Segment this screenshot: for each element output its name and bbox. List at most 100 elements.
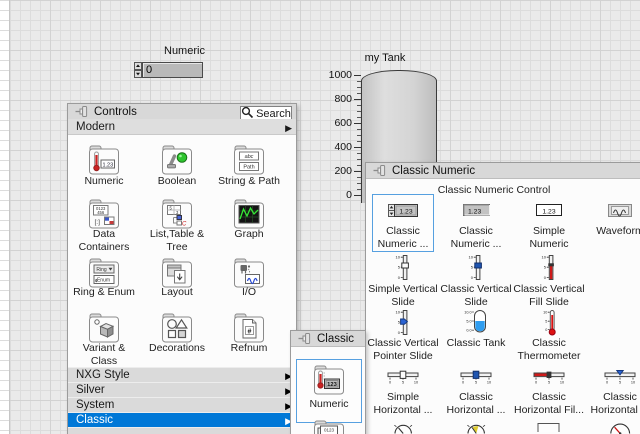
item-label: Graph: [199, 228, 297, 241]
palette-item-list-table-tree[interactable]: 5 3 C List,Table &Tree: [143, 195, 211, 230]
svg-text:0: 0: [398, 330, 401, 335]
string-path-icon: abc Path: [215, 144, 283, 176]
palette-item-classic-gauge[interactable]: [586, 419, 640, 434]
svg-text:0: 0: [545, 328, 547, 332]
category-modern[interactable]: Modern ▶: [68, 119, 296, 135]
svg-text:1.23: 1.23: [102, 162, 113, 168]
palette-item-variant-class[interactable]: Variant &Class: [70, 309, 138, 344]
palette-item-array[interactable]: 0123 456: [295, 416, 363, 434]
classic-numeric-indicator-icon: 1.23: [442, 204, 510, 216]
numeric-value-field[interactable]: 0: [142, 62, 203, 78]
palette-item-classic-horizontal-fill-slide[interactable]: 0 5 10 ClassicHorizontal Fil...: [515, 366, 583, 384]
numeric-icon: 1.23: [70, 144, 138, 176]
palette-item-boolean[interactable]: Boolean: [143, 141, 211, 176]
palette-item-classic-vertical-slide[interactable]: 10 5 0 Classic VerticalSlide: [442, 251, 510, 281]
tank-minor-tick: [357, 81, 361, 82]
category-silver[interactable]: Silver▶: [68, 382, 296, 397]
svg-text:5: 5: [402, 380, 404, 384]
item-label: Class: [67, 355, 154, 368]
palette-item-simple-numeric[interactable]: 1.23SimpleNumeric: [515, 201, 583, 216]
svg-text:10: 10: [414, 380, 418, 384]
svg-text:C: C: [182, 222, 187, 228]
palette-item-graph[interactable]: Graph: [215, 195, 283, 230]
tank-major-tick: [354, 75, 361, 76]
variant-class-icon: [70, 312, 138, 344]
boolean-icon: [143, 144, 211, 176]
classic-palette-window: Classic 123Numeric 0123 456: [290, 330, 366, 434]
classic-palette-header[interactable]: Classic: [291, 331, 365, 347]
palette-item-refnum[interactable]: #Refnum: [215, 309, 283, 344]
pin-icon[interactable]: [373, 162, 386, 181]
svg-text:10: 10: [543, 311, 547, 315]
svg-text:1.23: 1.23: [542, 208, 555, 215]
tank-minor-tick: [357, 141, 361, 142]
palette-item-classic-numeric-control[interactable]: 1.23ClassicNumeric ...: [369, 201, 437, 217]
ring-enum-icon: Ring Enum: [70, 257, 138, 289]
numeric-increment-decrement[interactable]: [134, 62, 142, 78]
tank-label: my Tank: [345, 52, 425, 64]
tank-major-tick: [354, 195, 361, 196]
svg-text:5: 5: [475, 380, 477, 384]
category-nxg-style[interactable]: NXG Style▶: [68, 367, 296, 382]
palette-item-simple-horizontal-slide[interactable]: 0 5 10SimpleHorizontal ...: [369, 366, 437, 384]
palette-item-classic-vertical-pointer-slide[interactable]: 10 5 0 Classic VerticalPointer Slide: [369, 306, 437, 336]
svg-text:456: 456: [97, 210, 105, 215]
palette-item-waveform[interactable]: Waveform: [586, 201, 640, 217]
item-label: String & Path: [199, 175, 297, 188]
numeric-control[interactable]: 0: [134, 62, 203, 78]
tank-scale-label: 0: [322, 189, 352, 201]
classic-numeric-palette-header[interactable]: Classic Numeric: [366, 163, 640, 179]
palette-item-classic-knob-2[interactable]: [442, 419, 510, 434]
item-label: Numeric: [499, 238, 599, 251]
svg-text:5: 5: [619, 380, 621, 384]
svg-text:10: 10: [560, 380, 564, 384]
refnum-icon: #: [215, 312, 283, 344]
classic-numeric-palette-title: Classic Numeric: [392, 165, 475, 177]
category-classic[interactable]: Classic▶: [68, 412, 296, 427]
palette-item-classic-horizontal-slide[interactable]: 0 5 10ClassicHorizontal ...: [442, 366, 510, 384]
classic-numeric-palette-window: Classic Numeric Classic Numeric Control …: [365, 162, 640, 434]
tank-minor-tick: [357, 87, 361, 88]
svg-text:123: 123: [327, 382, 337, 388]
classic-knob-2-icon: [442, 422, 510, 434]
category-partial[interactable]: [68, 427, 296, 434]
svg-text:0: 0: [606, 380, 608, 384]
palette-item-classic-tank[interactable]: 10.0 5.0 0.0 Classic Tank: [442, 306, 510, 334]
palette-item-classic-thermometer[interactable]: 10 5 0 ClassicThermometer: [515, 306, 583, 336]
palette-item-numeric[interactable]: 123Numeric: [295, 361, 363, 396]
palette-item-classic-meter[interactable]: [515, 419, 583, 432]
palette-item-simple-vertical-slide[interactable]: 10 5 0 Simple VerticalSlide: [369, 251, 437, 281]
svg-text:Ring: Ring: [96, 267, 107, 273]
palette-item-decorations[interactable]: Decorations: [143, 309, 211, 344]
svg-text:5: 5: [548, 380, 550, 384]
palette-item-layout[interactable]: Layout: [143, 254, 211, 289]
palette-item-ring-enum[interactable]: Ring Enum Ring & Enum: [70, 254, 138, 289]
palette-item-numeric[interactable]: 1.23Numeric: [70, 141, 138, 176]
svg-text:10: 10: [631, 380, 635, 384]
tank-scale-label: 800: [322, 93, 352, 105]
category-system[interactable]: System▶: [68, 397, 296, 412]
palette-item-classic-numeric-indicator[interactable]: 1.23ClassicNumeric ...: [442, 201, 510, 216]
classic-horizontal-pointer-slide-icon: 0 5 10: [586, 369, 640, 384]
search-button-label: Search: [256, 108, 291, 120]
pin-icon[interactable]: [298, 330, 311, 349]
palette-item-string-path[interactable]: abc PathString & Path: [215, 141, 283, 176]
labview-front-panel: Numeric 0 my Tank 10008006004002000 Cont…: [0, 0, 640, 434]
item-label: Classic Vertical: [499, 283, 599, 296]
item-label: Pointer Slide: [365, 350, 453, 363]
svg-text:10.0: 10.0: [464, 310, 471, 314]
palette-item-io[interactable]: I/O: [215, 254, 283, 289]
tank-minor-tick: [357, 177, 361, 178]
tank-minor-tick: [357, 183, 361, 184]
palette-item-data-containers[interactable]: 0123 456 [:] DataContainers: [70, 195, 138, 230]
controls-palette-header[interactable]: Controls Search: [68, 104, 296, 120]
palette-item-classic-horizontal-pointer-slide[interactable]: 0 5 10ClassicHorizontal ...: [586, 366, 640, 384]
tank-minor-tick: [357, 93, 361, 94]
svg-text:10: 10: [487, 380, 491, 384]
svg-text:0: 0: [535, 380, 537, 384]
svg-text:5: 5: [471, 265, 474, 270]
palette-item-classic-vertical-fill-slide[interactable]: 10 5 0 Classic VerticalFill Slide: [515, 251, 583, 281]
svg-text:10: 10: [396, 255, 401, 260]
layout-icon: [143, 257, 211, 289]
palette-item-classic-knob[interactable]: [369, 419, 437, 434]
